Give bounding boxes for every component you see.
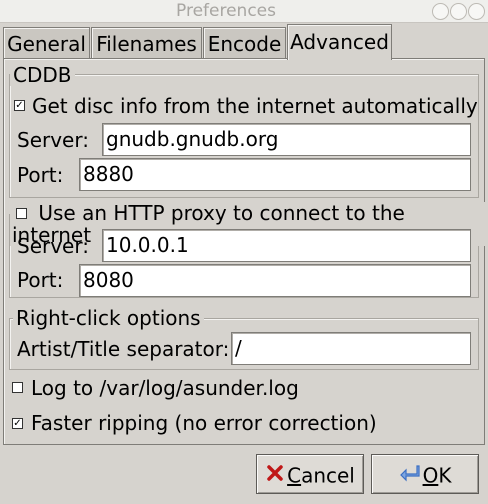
ok-arrow-icon [399,457,421,495]
window-title: Preferences [176,1,276,21]
tab-advanced[interactable]: Advanced [287,24,392,60]
cddb-server-label: Server: [17,128,89,152]
proxy-server-input[interactable]: 10.0.0.1 [102,229,471,262]
cancel-button[interactable]: Cancel [256,454,364,494]
tab-encode[interactable]: Encode [203,27,286,59]
minimize-button[interactable] [432,3,449,20]
ok-button[interactable]: OK [371,454,479,494]
button-bar: Cancel OK [0,447,488,504]
cddb-server-input[interactable]: gnudb.gnudb.org [102,123,471,156]
proxy-port-label: Port: [17,268,64,292]
tab-filenames[interactable]: Filenames [91,27,202,59]
cancel-label: Cancel [287,463,355,488]
cddb-legend: CDDB [10,64,75,86]
cddb-port-input[interactable]: 8880 [79,158,471,191]
ok-label: OK [422,463,452,488]
rightclick-legend: Right-click options [13,307,204,329]
check-icon: ✓ [13,418,22,429]
proxy-port-input[interactable]: 8080 [79,264,471,297]
proxy-server-label: Server: [17,234,89,258]
cddb-auto-checkbox[interactable]: ✓ [14,100,25,111]
faster-label[interactable]: Faster ripping (no error correction) [31,411,377,435]
proxy-checkbox[interactable] [16,208,27,219]
log-label[interactable]: Log to /var/log/asunder.log [31,376,299,400]
maximize-button[interactable] [450,3,467,20]
cddb-port-label: Port: [17,163,64,187]
cddb-auto-label[interactable]: Get disc info from the internet automati… [32,94,478,118]
separator-input[interactable]: / [231,332,471,365]
log-checkbox[interactable] [12,382,23,393]
separator-label: Artist/Title separator: [17,337,230,361]
check-icon: ✓ [15,100,24,111]
faster-checkbox[interactable]: ✓ [12,418,23,429]
title-bar: Preferences [0,0,488,23]
tab-general[interactable]: General [3,27,90,59]
close-button[interactable] [468,3,485,20]
cancel-icon [265,457,285,495]
